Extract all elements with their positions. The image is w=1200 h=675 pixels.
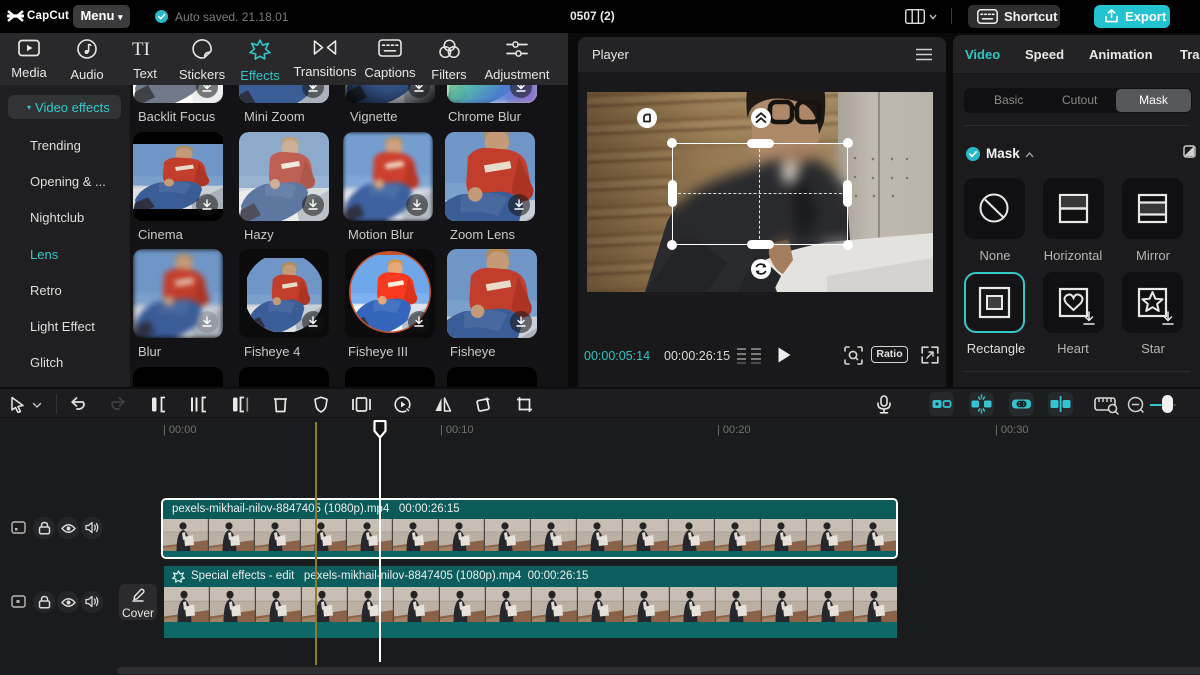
- svg-text:TI: TI: [132, 39, 150, 58]
